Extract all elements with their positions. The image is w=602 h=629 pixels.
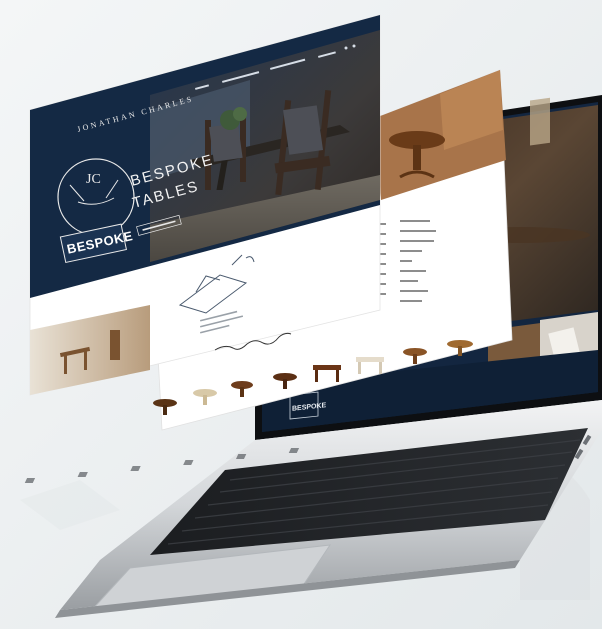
search-icon[interactable]	[344, 46, 348, 50]
mockup-illustration: BESPOKE JONATHAN CHARLES JC BESPOKE BESP…	[0, 0, 602, 629]
monogram: JC	[86, 172, 101, 187]
account-icon[interactable]	[352, 44, 356, 48]
product-mockup-scene: ample	[0, 0, 602, 629]
